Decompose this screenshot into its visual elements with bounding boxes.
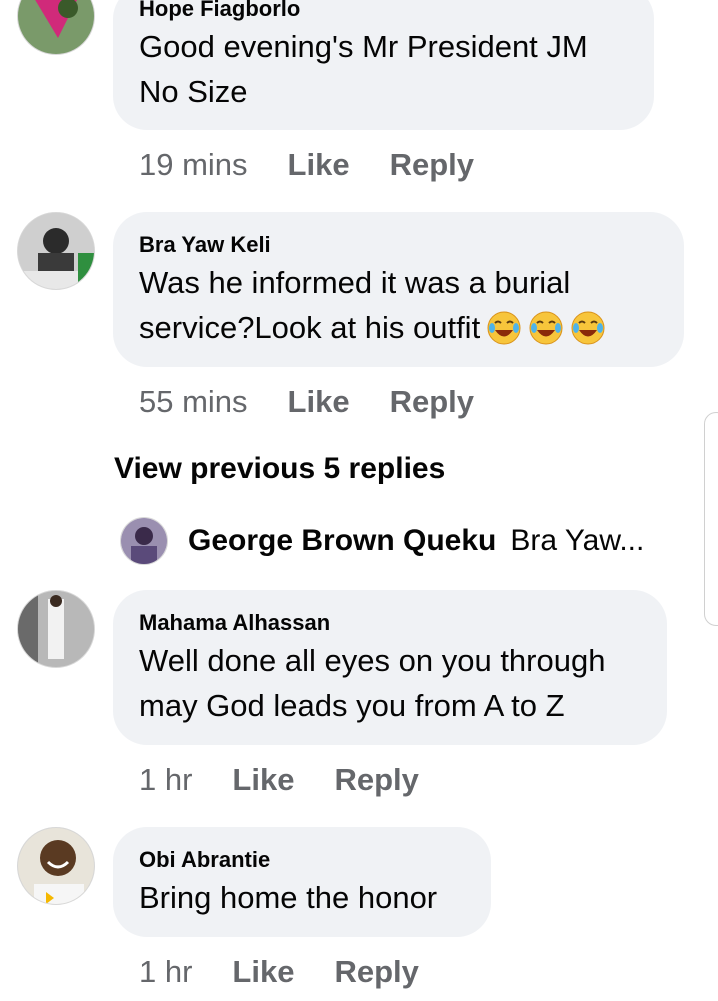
comment-bubble[interactable]: Bra Yaw Keli Was he informed it was a bu… <box>113 212 684 367</box>
avatar[interactable] <box>17 590 95 668</box>
comment-text-line: service?Look at his outfit <box>139 305 658 350</box>
reply-button[interactable]: Reply <box>390 384 474 420</box>
tears-of-joy-emoji-icon <box>486 310 522 346</box>
comment-text: Good evening's Mr President JM <box>139 29 588 64</box>
comment-author[interactable]: Hope Fiagborlo <box>139 0 628 22</box>
like-button[interactable]: Like <box>288 147 350 183</box>
avatar[interactable] <box>17 212 95 290</box>
comment-text: Bring home the honor <box>139 880 438 915</box>
comment-text: Well done all eyes on you through <box>139 643 606 678</box>
tears-of-joy-emoji-icon <box>570 310 606 346</box>
comment-author[interactable]: Obi Abrantie <box>139 847 465 873</box>
reply-author[interactable]: George Brown Queku <box>188 524 496 558</box>
reply-button[interactable]: Reply <box>390 147 474 183</box>
reply-snippet: Bra Yaw... <box>510 524 645 557</box>
scroll-indicator[interactable] <box>704 412 718 626</box>
avatar[interactable] <box>120 517 168 565</box>
reply-button[interactable]: Reply <box>334 954 418 990</box>
comment-meta: 1 hr Like Reply <box>139 954 419 990</box>
reply-button[interactable]: Reply <box>334 762 418 798</box>
comment-author[interactable]: Mahama Alhassan <box>139 610 641 636</box>
comment-bubble[interactable]: Hope Fiagborlo Good evening's Mr Preside… <box>113 0 654 130</box>
comment-author[interactable]: Bra Yaw Keli <box>139 232 658 258</box>
comment-time[interactable]: 19 mins <box>139 147 248 183</box>
like-button[interactable]: Like <box>288 384 350 420</box>
tears-of-joy-emoji-icon <box>528 310 564 346</box>
like-button[interactable]: Like <box>232 954 294 990</box>
comment-bubble[interactable]: Obi Abrantie Bring home the honor <box>113 827 491 937</box>
like-button[interactable]: Like <box>232 762 294 798</box>
comment-time[interactable]: 1 hr <box>139 954 192 990</box>
comment-text: Was he informed it was a burial <box>139 265 571 300</box>
view-previous-replies-link[interactable]: View previous 5 replies <box>114 452 445 486</box>
comment-meta: 19 mins Like Reply <box>139 147 474 183</box>
reply-preview[interactable]: George Brown Queku Bra Yaw... <box>120 517 644 565</box>
avatar[interactable] <box>17 827 95 905</box>
comment-thread: Hope Fiagborlo Good evening's Mr Preside… <box>0 0 718 1001</box>
comment-meta: 1 hr Like Reply <box>139 762 419 798</box>
comment-bubble[interactable]: Mahama Alhassan Well done all eyes on yo… <box>113 590 667 745</box>
comment-time[interactable]: 1 hr <box>139 762 192 798</box>
comment-time[interactable]: 55 mins <box>139 384 248 420</box>
comment-text: No Size <box>139 74 248 109</box>
comment-text: service?Look at his outfit <box>139 310 481 345</box>
avatar[interactable] <box>17 0 95 55</box>
comment-meta: 55 mins Like Reply <box>139 384 474 420</box>
comment-text: may God leads you from A to Z <box>139 688 565 723</box>
